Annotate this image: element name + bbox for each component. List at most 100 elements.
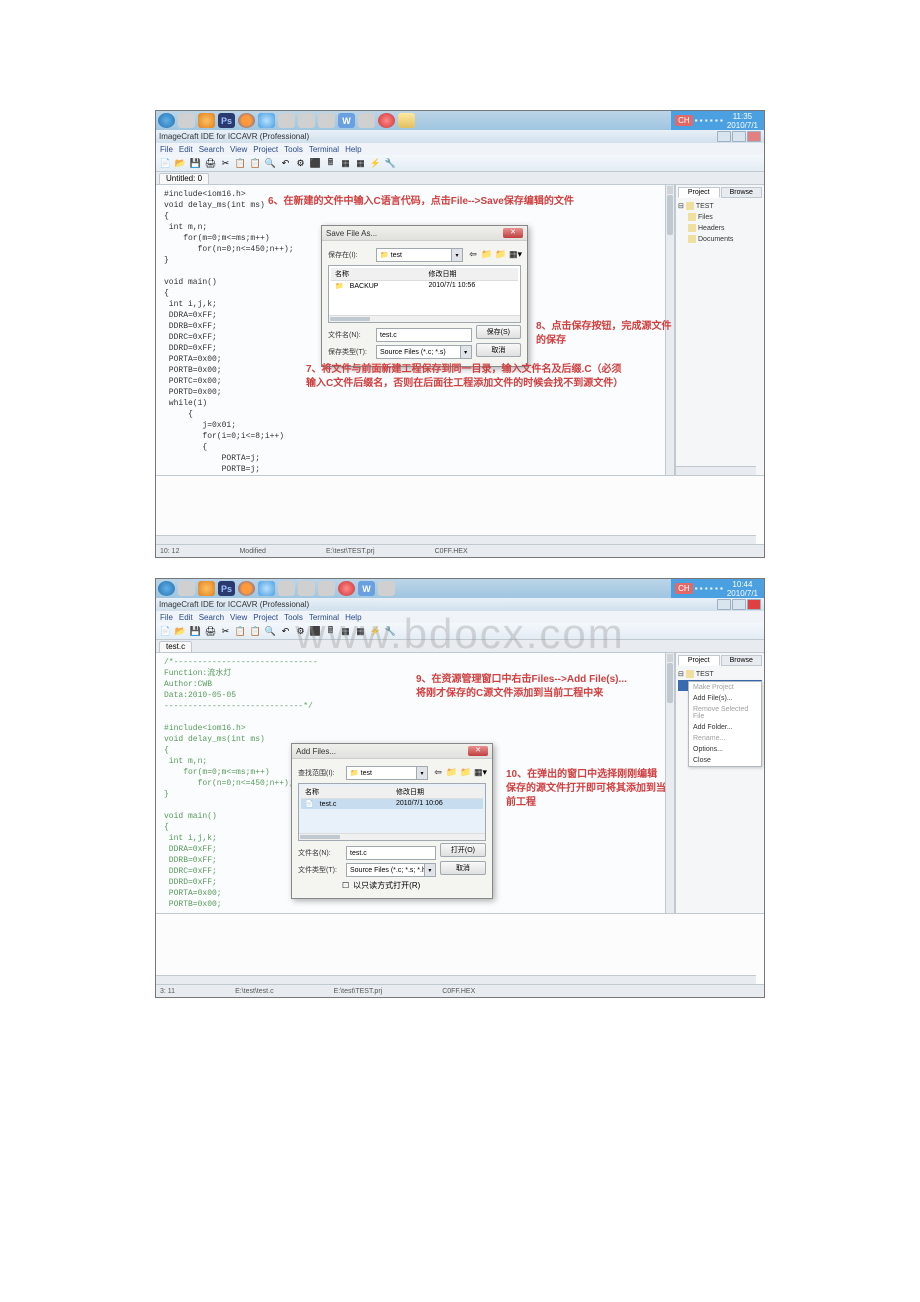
save-icon[interactable]: 💾 (189, 157, 202, 170)
app-icon[interactable] (318, 113, 335, 128)
menu-terminal[interactable]: Terminal (309, 145, 339, 154)
ime-indicator[interactable]: CH (675, 115, 693, 126)
undo-icon[interactable]: ↶ (279, 157, 292, 170)
new-folder-icon[interactable]: 📁 (495, 249, 507, 261)
menu-help[interactable]: Help (345, 613, 361, 622)
stop-icon[interactable]: ⬛ (309, 157, 322, 170)
word-icon[interactable]: W (358, 581, 375, 596)
explorer-icon[interactable] (278, 113, 295, 128)
menu-edit[interactable]: Edit (179, 613, 193, 622)
folder-combo[interactable]: 📁 test ▾ (346, 766, 428, 780)
tray-icons[interactable]: ▪ ▪ ▪ ▪ ▪ ▪ (695, 584, 723, 593)
firefox-icon[interactable] (238, 581, 255, 596)
menu-project[interactable]: Project (253, 145, 278, 154)
back-icon[interactable]: ⇦ (432, 767, 444, 779)
paste-icon[interactable]: 📋 (249, 157, 262, 170)
tool-icon[interactable]: 🔧 (384, 625, 397, 638)
ie-icon[interactable] (258, 113, 275, 128)
sidebar-tab-project[interactable]: Project (678, 187, 720, 198)
start-icon[interactable] (158, 113, 175, 128)
open-button[interactable]: 打开(O) (440, 843, 486, 857)
column-date[interactable]: 修改日期 (392, 786, 483, 798)
build-icon[interactable]: ⚙ (294, 157, 307, 170)
find-icon[interactable]: 🔍 (264, 625, 277, 638)
folder-combo[interactable]: 📁 test ▾ (376, 248, 463, 262)
taskbar-clock[interactable]: 11:35 2010/7/1 (725, 112, 760, 130)
chip-icon[interactable]: ▦ (354, 157, 367, 170)
cut-icon[interactable]: ✂ (219, 625, 232, 638)
stop-icon[interactable]: ⬛ (309, 625, 322, 638)
sidebar-tab-project[interactable]: Project (678, 655, 720, 666)
menu-search[interactable]: Search (199, 613, 224, 622)
filename-input[interactable]: test.c (376, 328, 472, 342)
find-icon[interactable]: 🔍 (264, 157, 277, 170)
sidebar-tab-browse[interactable]: Browse (721, 655, 763, 666)
ctx-remove-file[interactable]: Remove Selected File (689, 704, 761, 722)
tool-icon[interactable]: 🔧 (384, 157, 397, 170)
project-tree[interactable]: ⊟ TEST Files Headers Documents (678, 201, 762, 245)
sidebar-tab-browse[interactable]: Browse (721, 187, 763, 198)
copy-icon[interactable]: 📋 (234, 625, 247, 638)
back-icon[interactable]: ⇦ (467, 249, 479, 261)
menu-file[interactable]: File (160, 613, 173, 622)
new-icon[interactable]: 📄 (159, 157, 172, 170)
column-name[interactable]: 名称 (301, 786, 392, 798)
menu-project[interactable]: Project (253, 613, 278, 622)
term-icon[interactable]: ▦ (339, 625, 352, 638)
app-icon[interactable] (298, 581, 315, 596)
app-icon[interactable] (178, 113, 195, 128)
column-name[interactable]: 名称 (331, 268, 425, 280)
ctx-add-folder[interactable]: Add Folder... (689, 722, 761, 733)
list-item[interactable]: 📄 test.c (301, 799, 392, 809)
copy-icon[interactable]: 📋 (234, 157, 247, 170)
horizontal-scrollbar[interactable] (156, 535, 756, 544)
editor-tab[interactable]: Untitled: 0 (159, 173, 209, 184)
menu-help[interactable]: Help (345, 145, 361, 154)
app-icon[interactable] (178, 581, 195, 596)
app-icon[interactable] (338, 581, 355, 596)
code-editor[interactable]: #include<iom16.h> void delay_ms(int ms) … (156, 185, 675, 475)
menu-view[interactable]: View (230, 613, 247, 622)
list-item[interactable]: 📁 BACKUP (331, 281, 425, 291)
close-button[interactable] (747, 131, 761, 142)
new-folder-icon[interactable]: 📁 (460, 767, 472, 779)
ctx-close[interactable]: Close (689, 755, 761, 766)
start-icon[interactable] (158, 581, 175, 596)
photoshop-icon[interactable]: Ps (218, 581, 235, 596)
horizontal-scrollbar[interactable] (676, 466, 756, 475)
app-icon[interactable] (298, 113, 315, 128)
menu-search[interactable]: Search (199, 145, 224, 154)
build-icon[interactable]: ⚙ (294, 625, 307, 638)
close-button[interactable] (747, 599, 761, 610)
dialog-close-button[interactable]: ✕ (503, 228, 523, 238)
tray-icons[interactable]: ▪ ▪ ▪ ▪ ▪ ▪ (695, 116, 723, 125)
calc-icon[interactable]: 🖩 (324, 625, 337, 638)
minimize-button[interactable] (717, 599, 731, 610)
up-icon[interactable]: 📁 (446, 767, 458, 779)
app-icon[interactable] (378, 581, 395, 596)
cancel-button[interactable]: 取消 (476, 343, 521, 357)
open-icon[interactable]: 📂 (174, 625, 187, 638)
isp-icon[interactable]: ⚡ (369, 157, 382, 170)
chip-icon[interactable]: ▦ (354, 625, 367, 638)
chevron-down-icon[interactable]: ▾ (451, 249, 462, 261)
term-icon[interactable]: ▦ (339, 157, 352, 170)
editor-tab[interactable]: test.c (159, 641, 192, 652)
filetype-combo[interactable]: Source Files (*.c; *.s; *.h) ▾ (346, 863, 436, 877)
ctx-add-files[interactable]: Add File(s)... (689, 693, 761, 704)
readonly-checkbox[interactable]: ☐ (342, 881, 349, 890)
word-icon[interactable]: W (338, 113, 355, 128)
menu-tools[interactable]: Tools (284, 145, 303, 154)
print-icon[interactable]: 🖨 (204, 157, 217, 170)
calc-icon[interactable]: 🖩 (324, 157, 337, 170)
save-icon[interactable]: 💾 (189, 625, 202, 638)
cut-icon[interactable]: ✂ (219, 157, 232, 170)
horizontal-scrollbar[interactable] (156, 975, 756, 984)
photoshop-icon[interactable]: Ps (218, 113, 235, 128)
firefox-icon[interactable] (238, 113, 255, 128)
chevron-down-icon[interactable]: ▾ (424, 864, 435, 876)
folder-icon[interactable] (398, 113, 415, 128)
column-date[interactable]: 修改日期 (425, 268, 519, 280)
file-list[interactable]: 名称 修改日期 📁 BACKUP 2010/7/1 10:56 (328, 265, 521, 323)
menu-edit[interactable]: Edit (179, 145, 193, 154)
